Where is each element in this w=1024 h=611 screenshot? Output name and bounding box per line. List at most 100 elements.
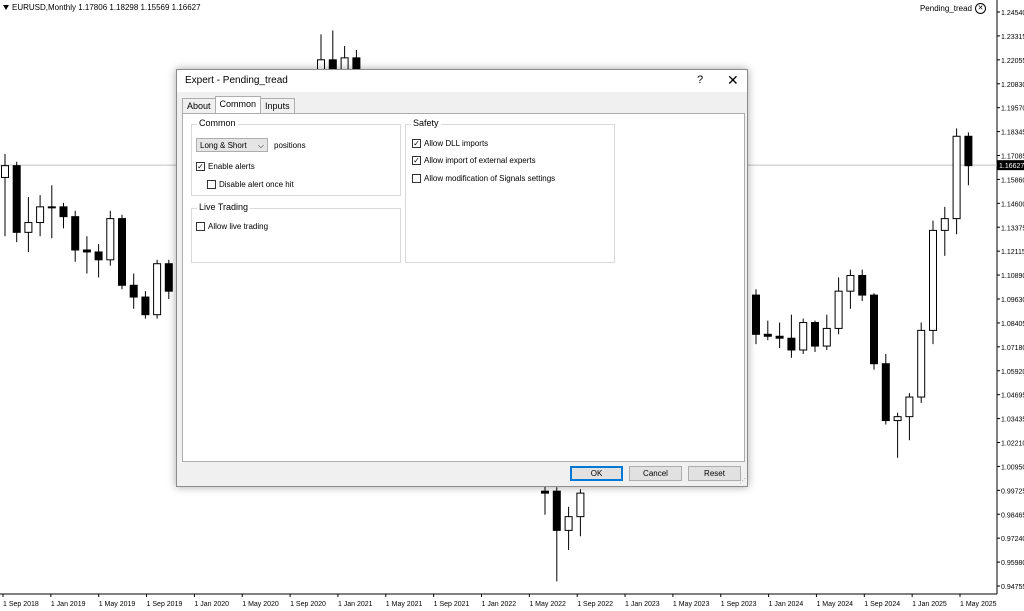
price-label: 1.09630	[1001, 297, 1024, 304]
checkbox-unchecked-icon[interactable]	[196, 222, 205, 231]
price-label: 1.08405	[1001, 321, 1024, 328]
bull-candle	[106, 218, 115, 261]
price-label: 1.13375	[1001, 225, 1024, 232]
checkbox-checked-icon[interactable]: ✓	[412, 156, 421, 165]
bear-candle	[94, 251, 103, 261]
dropdown-triangle-icon[interactable]	[3, 5, 9, 10]
dialog-titlebar[interactable]: Expert - Pending_tread ? ✕	[177, 70, 747, 92]
bull-candle	[846, 274, 855, 292]
allow-external-experts-label: Allow import of external experts	[424, 156, 536, 165]
current-price-label: 1.16627	[999, 163, 1024, 170]
date-label: 1 Sep 2023	[721, 601, 757, 608]
checkbox-checked-icon[interactable]: ✓	[196, 162, 205, 171]
help-button[interactable]: ?	[697, 74, 703, 86]
allow-signals-modification-label: Allow modification of Signals settings	[424, 174, 556, 183]
bear-candle	[870, 294, 878, 365]
bear-candle	[541, 490, 549, 494]
bull-candle	[940, 218, 949, 231]
bull-candle	[929, 229, 937, 331]
bear-candle	[71, 216, 80, 251]
allow-external-experts-checkbox[interactable]: ✓ Allow import of external experts	[412, 156, 536, 165]
dialog-title: Expert - Pending_tread	[185, 75, 288, 86]
checkbox-unchecked-icon[interactable]	[412, 174, 421, 183]
cancel-button[interactable]: Cancel	[629, 466, 682, 481]
date-label: 1 Sep 2018	[3, 601, 39, 608]
date-label: 1 Sep 2019	[147, 601, 183, 608]
checkbox-unchecked-icon[interactable]	[207, 180, 216, 189]
tab-common[interactable]: Common	[214, 96, 262, 113]
symbol-label[interactable]: EURUSD,Monthly 1.17806 1.18298 1.15569 1…	[3, 3, 201, 12]
reset-button[interactable]: Reset	[688, 466, 741, 481]
bull-candle	[952, 135, 961, 220]
price-label: 1.07180	[1001, 345, 1024, 352]
price-label: 1.00950	[1001, 464, 1024, 471]
date-label: 1 Sep 2024	[864, 601, 900, 608]
allow-live-trading-checkbox[interactable]: Allow live trading	[196, 222, 268, 231]
date-label: 1 May 2025	[960, 601, 997, 608]
date-label: 1 Jan 2025	[912, 601, 947, 608]
positions-select-value: Long & Short	[200, 141, 247, 150]
price-label: 0.99725	[1001, 488, 1024, 495]
safety-group-title: Safety	[411, 118, 441, 128]
bull-candle	[917, 329, 926, 398]
bull-candle	[893, 416, 902, 422]
tab-inputs[interactable]: Inputs	[260, 98, 295, 113]
date-label: 1 Jan 2022	[482, 601, 517, 608]
bear-candle	[752, 294, 760, 335]
date-label: 1 May 2019	[99, 601, 136, 608]
price-label: 1.23315	[1001, 34, 1024, 41]
positions-suffix: positions	[274, 141, 306, 150]
bear-candle	[352, 57, 361, 71]
bear-candle	[12, 165, 21, 233]
allow-dll-imports-checkbox[interactable]: ✓ Allow DLL imports	[412, 139, 488, 148]
close-circle-icon[interactable]: ✕	[975, 3, 986, 14]
checkbox-checked-icon[interactable]: ✓	[412, 139, 421, 148]
expert-label[interactable]: Pending_tread ✕	[920, 3, 986, 14]
price-label: 0.98465	[1001, 512, 1024, 519]
bear-candle	[129, 284, 138, 298]
price-label: 1.17085	[1001, 154, 1024, 161]
live-trading-group-title: Live Trading	[197, 202, 251, 212]
expert-dialog: Expert - Pending_tread ? ✕ About Common …	[176, 69, 748, 487]
enable-alerts-checkbox[interactable]: ✓ Enable alerts	[196, 162, 255, 171]
bull-candle	[834, 290, 843, 329]
price-label: 1.24540	[1001, 10, 1024, 17]
expert-label-text: Pending_tread	[919, 4, 972, 13]
bull-candle	[47, 206, 56, 209]
bear-candle	[964, 135, 973, 167]
date-label: 1 May 2023	[673, 601, 710, 608]
chevron-down-icon: ⌵	[257, 141, 264, 150]
bear-candle	[811, 322, 819, 347]
common-group: Common Long & Short ⌵ positions ✓ Enable…	[191, 118, 401, 196]
bear-candle	[59, 206, 68, 218]
bear-candle	[82, 249, 91, 253]
tab-panel-common: Common Long & Short ⌵ positions ✓ Enable…	[182, 113, 745, 462]
bear-candle	[164, 263, 173, 292]
price-label: 1.14600	[1001, 201, 1024, 208]
allow-signals-modification-checkbox[interactable]: Allow modification of Signals settings	[412, 174, 555, 183]
bull-candle	[576, 492, 585, 518]
tab-about[interactable]: About	[182, 98, 216, 113]
bull-candle	[822, 327, 831, 347]
price-label: 1.02210	[1001, 441, 1024, 448]
date-label: 1 May 2021	[386, 601, 423, 608]
price-label: 1.22055	[1001, 58, 1024, 65]
bear-candle	[775, 335, 784, 339]
close-button[interactable]: ✕	[727, 72, 739, 89]
date-label: 1 Jan 2021	[338, 601, 373, 608]
date-label: 1 Jan 2023	[625, 601, 660, 608]
bull-candle	[905, 396, 914, 418]
ok-button[interactable]: OK	[570, 466, 623, 481]
bear-candle	[763, 333, 772, 337]
resize-grip-icon[interactable]: ⋰	[739, 477, 746, 485]
price-label: 1.12115	[1001, 249, 1024, 256]
disable-alert-once-hit-checkbox[interactable]: Disable alert once hit	[207, 180, 294, 189]
tab-bar: About Common Inputs	[182, 96, 295, 113]
price-label: 1.20830	[1001, 82, 1024, 89]
bear-candle	[881, 363, 890, 422]
price-label: 1.19570	[1001, 106, 1024, 113]
positions-select[interactable]: Long & Short ⌵	[196, 138, 268, 152]
bull-candle	[24, 222, 33, 233]
allow-live-trading-label: Allow live trading	[208, 222, 269, 231]
price-label: 0.97240	[1001, 536, 1024, 543]
